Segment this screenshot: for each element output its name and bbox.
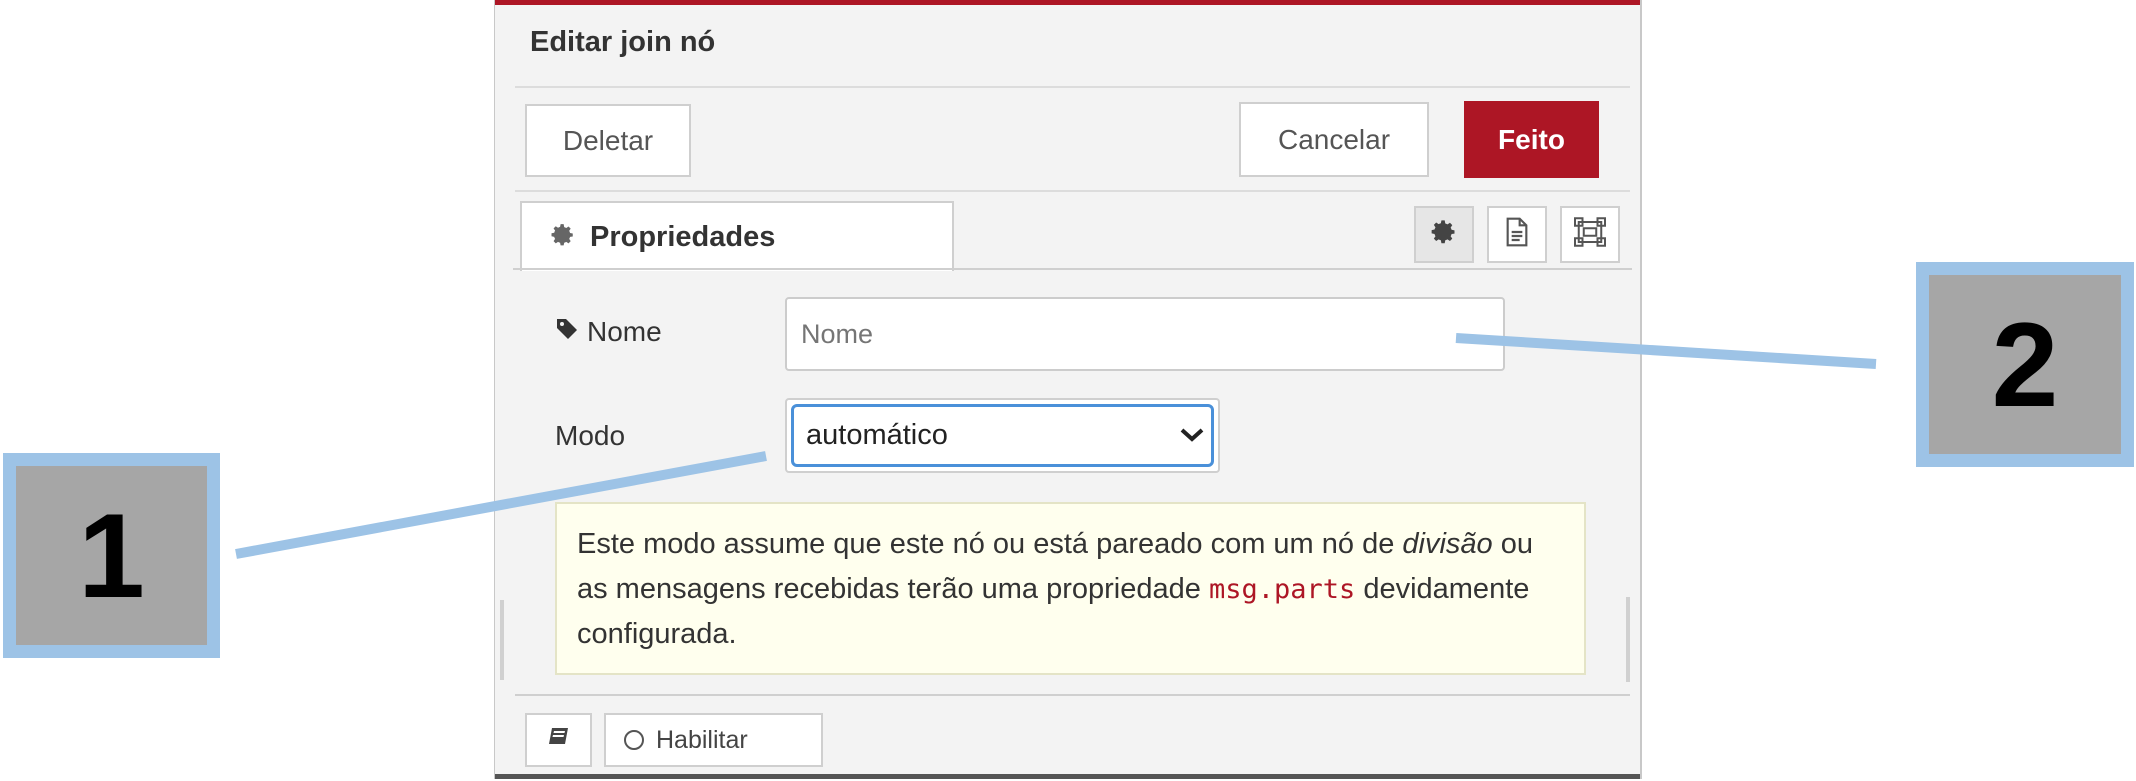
callout-2: 2 — [1916, 262, 2134, 467]
callout-line-1 — [235, 451, 767, 559]
callout-lines — [235, 333, 1877, 559]
callout-line-2 — [1455, 333, 1877, 369]
callout-1: 1 — [3, 453, 220, 658]
